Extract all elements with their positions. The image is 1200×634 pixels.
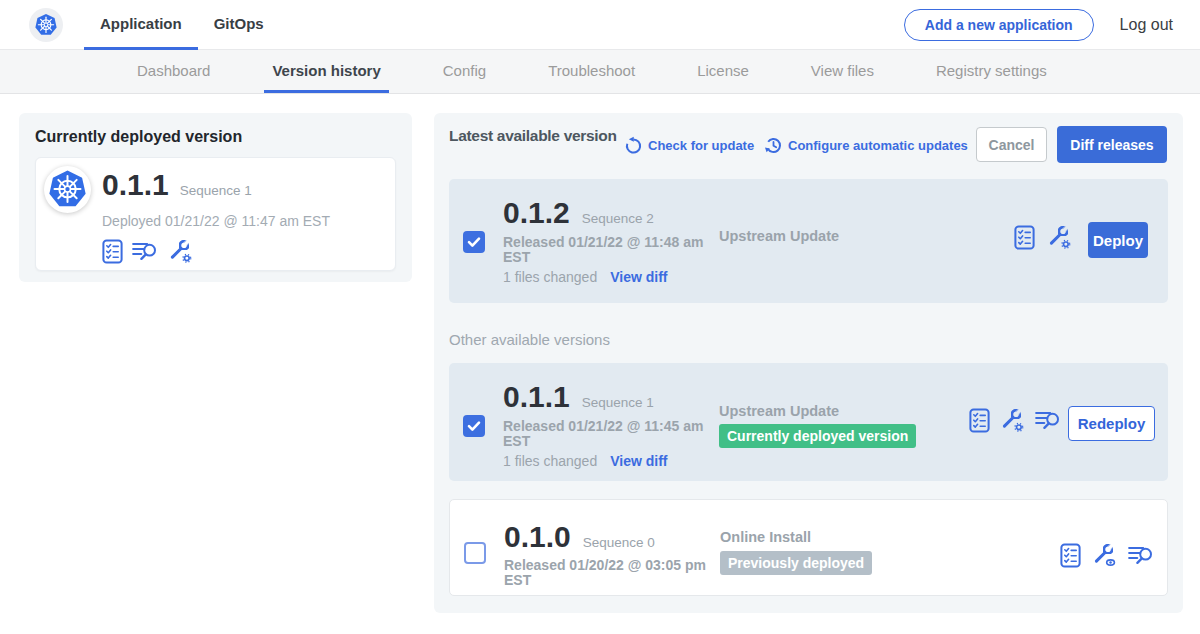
edit-config-icon[interactable]	[168, 238, 193, 264]
tab-gitops[interactable]: GitOps	[198, 0, 280, 50]
subtab-registry-settings[interactable]: Registry settings	[928, 50, 1055, 93]
preflight-checks-icon[interactable]	[1014, 225, 1035, 250]
view-config-icon[interactable]	[1092, 542, 1117, 568]
view-files-diff-icon[interactable]	[1128, 543, 1155, 567]
deployed-card-title: Currently deployed version	[35, 128, 242, 146]
view-files-diff-icon[interactable]	[1035, 408, 1062, 432]
version-source: Upstream Update	[719, 228, 839, 244]
view-diff-link[interactable]: View diff	[610, 269, 667, 285]
version-sequence: Sequence 1	[582, 395, 654, 410]
version-source: Online Install	[720, 529, 811, 545]
check-icon	[467, 420, 481, 432]
subtab-troubleshoot[interactable]: Troubleshoot	[540, 50, 643, 93]
subtab-view-files[interactable]: View files	[803, 50, 882, 93]
deployed-timestamp: Deployed 01/21/22 @ 11:47 am EST	[102, 213, 330, 229]
cancel-button[interactable]: Cancel	[976, 127, 1047, 162]
version-checkbox[interactable]	[464, 542, 486, 564]
version-line: 0.1.2 Sequence 2	[503, 196, 654, 230]
status-badge: Previously deployed	[720, 551, 872, 575]
check-for-update-link[interactable]: Check for update	[624, 136, 754, 155]
version-checkbox[interactable]	[463, 415, 485, 437]
kots-admin-console: Application GitOps Add a new application…	[0, 0, 1200, 634]
other-versions-title: Other available versions	[449, 331, 610, 348]
version-row-0-1-2: 0.1.2 Sequence 2 Released 01/21/22 @ 11:…	[449, 179, 1168, 303]
version-row-0-1-0: 0.1.0 Sequence 0 Released 01/20/22 @ 03:…	[449, 499, 1168, 596]
subtab-dashboard[interactable]: Dashboard	[129, 50, 218, 93]
check-icon	[467, 236, 481, 248]
subtab-version-history[interactable]: Version history	[264, 50, 388, 93]
released-timestamp: Released 01/21/22 @ 11:48 am EST	[503, 235, 719, 265]
app-icon-circle	[44, 166, 91, 213]
version-line: 0.1.1 Sequence 1	[503, 380, 654, 414]
deployed-version-number: 0.1.1	[102, 168, 169, 202]
edit-config-icon[interactable]	[1047, 224, 1072, 250]
files-changed-label: 1 files changed	[503, 453, 597, 469]
navbar-right: Add a new application Log out	[904, 0, 1173, 50]
preflight-checks-icon[interactable]	[102, 239, 123, 264]
preflight-checks-icon[interactable]	[1060, 543, 1081, 568]
preflight-checks-icon[interactable]	[969, 408, 990, 433]
latest-version-title: Latest available version	[449, 127, 617, 145]
version-sequence: Sequence 2	[582, 211, 654, 226]
edit-config-icon[interactable]	[1000, 407, 1025, 433]
deploy-button[interactable]: Deploy	[1088, 222, 1148, 258]
configure-updates-label: Configure automatic updates	[788, 138, 968, 153]
view-files-diff-icon[interactable]	[132, 239, 159, 263]
files-changed-line: 1 files changed View diff	[503, 269, 668, 285]
deployed-version-sequence: Sequence 1	[180, 183, 252, 198]
version-actions	[1014, 224, 1072, 250]
version-checkbox[interactable]	[463, 231, 485, 253]
redeploy-button[interactable]: Redeploy	[1068, 406, 1155, 441]
deployed-version-line: 0.1.1 Sequence 1	[102, 168, 252, 202]
version-source: Upstream Update	[719, 403, 839, 419]
tab-application[interactable]: Application	[84, 0, 198, 50]
version-number: 0.1.2	[503, 196, 570, 230]
released-timestamp: Released 01/20/22 @ 03:05 pm EST	[504, 558, 720, 588]
logout-link[interactable]: Log out	[1120, 16, 1173, 34]
version-number: 0.1.1	[503, 380, 570, 414]
version-sequence: Sequence 0	[583, 535, 655, 550]
navbar-tabs: Application GitOps	[84, 0, 280, 50]
version-row-0-1-1: 0.1.1 Sequence 1 Released 01/21/22 @ 11:…	[449, 363, 1168, 481]
view-diff-link[interactable]: View diff	[610, 453, 667, 469]
app-logo-badge[interactable]	[29, 8, 63, 42]
deployed-version-card: 0.1.1 Sequence 1 Deployed 01/21/22 @ 11:…	[35, 157, 396, 271]
kubernetes-logo-icon	[34, 13, 58, 37]
files-changed-line: 1 files changed View diff	[503, 453, 668, 469]
files-changed-label: 1 files changed	[503, 269, 597, 285]
status-badge: Currently deployed version	[719, 424, 916, 448]
currently-deployed-card: Currently deployed version 0.1.1	[19, 113, 412, 282]
version-line: 0.1.0 Sequence 0	[504, 520, 655, 554]
configure-updates-link[interactable]: Configure automatic updates	[764, 136, 968, 155]
top-navbar: Application GitOps Add a new application…	[0, 0, 1200, 50]
subtab-license[interactable]: License	[689, 50, 757, 93]
version-actions	[1060, 542, 1155, 568]
diff-releases-button[interactable]: Diff releases	[1057, 126, 1167, 163]
subtab-config[interactable]: Config	[435, 50, 494, 93]
kubernetes-app-icon	[47, 169, 88, 210]
released-timestamp: Released 01/21/22 @ 11:45 am EST	[503, 419, 719, 449]
version-number: 0.1.0	[504, 520, 571, 554]
deployed-version-actions	[102, 238, 193, 264]
refresh-icon	[624, 136, 643, 155]
version-history-panel: Latest available version Check for updat…	[434, 113, 1183, 613]
version-actions	[969, 407, 1062, 433]
app-subnav: Dashboard Version history Config Trouble…	[0, 50, 1200, 94]
check-for-update-label: Check for update	[648, 138, 754, 153]
schedule-update-icon	[764, 136, 783, 155]
add-application-button[interactable]: Add a new application	[904, 9, 1094, 41]
